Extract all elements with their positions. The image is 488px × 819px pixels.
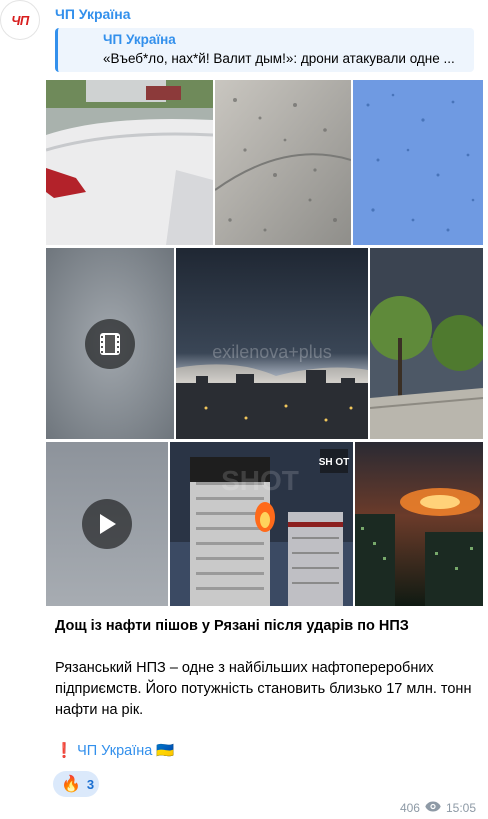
photo-blue-surface[interactable] — [353, 80, 483, 245]
reply-text: «Въеб*ло, нах*й! Валит дым!»: дрони атак… — [103, 51, 455, 66]
avatar-text: ЧП — [11, 12, 29, 28]
photo-park-sky[interactable] — [370, 248, 483, 439]
video-sky[interactable] — [46, 442, 168, 606]
photo-car-surface[interactable] — [215, 80, 351, 245]
message-caption: Дощ із нафти пішов у Рязані після ударів… — [55, 616, 475, 742]
signature-name: ЧП Україна — [77, 743, 153, 759]
film-icon[interactable] — [85, 318, 135, 369]
reaction-fire[interactable]: 🔥 3 — [53, 771, 99, 797]
message-time: 15:05 — [445, 801, 476, 815]
shot-watermark: SHOT — [221, 465, 299, 496]
shot-logo: SH OT — [319, 457, 350, 468]
media-album: exilenova+plus SH OT SHOT — [46, 80, 483, 606]
view-count: 406 — [399, 801, 420, 815]
photo-white-car[interactable] — [46, 80, 213, 245]
exclamation-icon: ❗ — [55, 743, 74, 759]
message-meta: 406 15:05 — [400, 801, 476, 815]
channel-signature[interactable]: ❗ ЧП Україна 🇺🇦 — [55, 742, 174, 759]
reply-preview[interactable]: ЧП Україна «Въеб*ло, нах*й! Валит дым!»:… — [55, 28, 474, 72]
caption-body: Рязанський НПЗ – одне з найбільших нафто… — [55, 660, 472, 718]
photo-dark-sky-city[interactable]: exilenova+plus — [176, 248, 368, 439]
caption-title: Дощ із нафти пішов у Рязані після ударів… — [55, 618, 409, 634]
flag-icon: 🇺🇦 — [156, 743, 175, 759]
play-icon[interactable] — [82, 499, 132, 549]
fire-icon: 🔥 — [61, 776, 81, 793]
reply-title: ЧП Україна — [103, 32, 176, 47]
message-bubble: ЧП Україна ЧП Україна «Въеб*ло, нах*й! В… — [46, 0, 484, 819]
photo-burning-building[interactable]: SH OT SHOT — [170, 442, 353, 606]
photo-night-fire[interactable] — [355, 442, 483, 606]
video-blurred[interactable] — [46, 248, 174, 439]
photo-watermark: exilenova+plus — [212, 342, 332, 362]
channel-name[interactable]: ЧП Україна — [55, 6, 131, 22]
reaction-count: 3 — [86, 776, 95, 792]
channel-avatar[interactable]: ЧП — [0, 0, 40, 40]
eye-icon — [425, 801, 441, 815]
